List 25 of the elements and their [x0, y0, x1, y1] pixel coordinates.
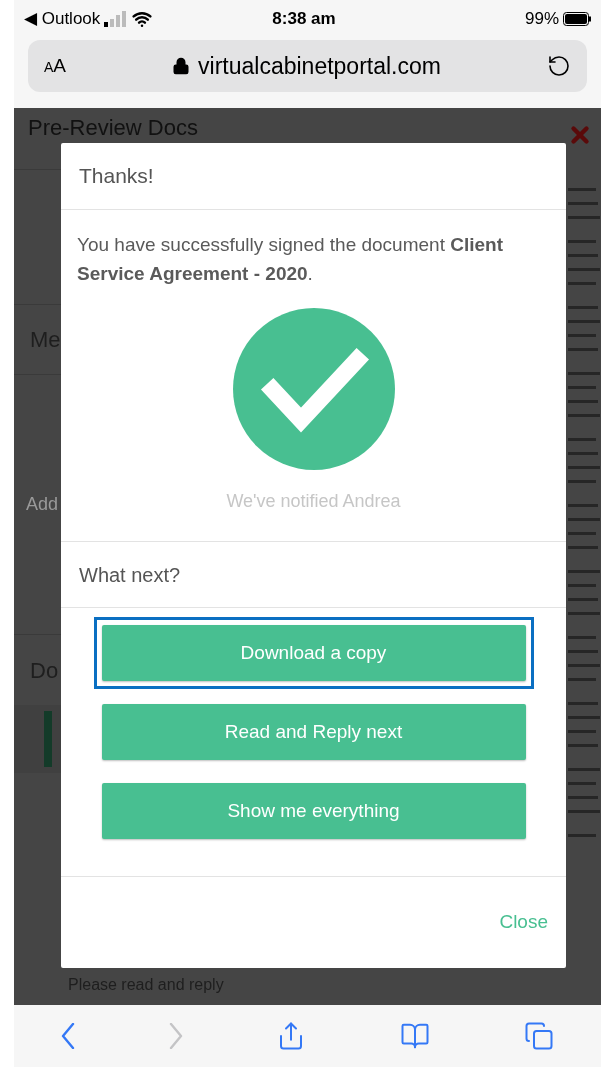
lock-icon — [172, 57, 191, 75]
back-icon[interactable] — [60, 1023, 75, 1049]
book-icon[interactable] — [400, 1021, 431, 1051]
clock: 8:38 am — [272, 8, 336, 31]
address-bar[interactable]: AA virtualcabinetportal.com — [28, 40, 587, 92]
action-button[interactable]: Show me everything — [101, 783, 526, 839]
comment-field[interactable]: Add — [26, 491, 59, 518]
battery-percent: 99% — [524, 8, 559, 31]
status-bar-marker — [44, 711, 52, 767]
action-button[interactable]: Read and Reply next — [101, 704, 526, 760]
battery-icon — [563, 12, 591, 26]
text-size-button[interactable]: AA — [44, 51, 67, 81]
check-circle-icon — [232, 308, 395, 470]
wifi-icon — [132, 9, 153, 29]
notice-text: We've notified Andrea — [226, 490, 401, 513]
action-button[interactable]: Download a copy — [101, 625, 526, 681]
close-button[interactable]: Close — [499, 908, 548, 937]
reload-icon[interactable] — [547, 54, 571, 78]
signal-icon — [104, 11, 129, 27]
back-to-app[interactable]: ◀ Outlook — [24, 6, 101, 32]
dialog-message: You have successfully signed the document Client Service Agreement - 2020. — [77, 233, 504, 286]
tabs-icon[interactable] — [524, 1021, 555, 1051]
url: virtualcabinetportal.com — [198, 51, 441, 81]
dialog-title: Thanks! — [79, 163, 154, 190]
section-heading: What next? — [79, 562, 181, 588]
